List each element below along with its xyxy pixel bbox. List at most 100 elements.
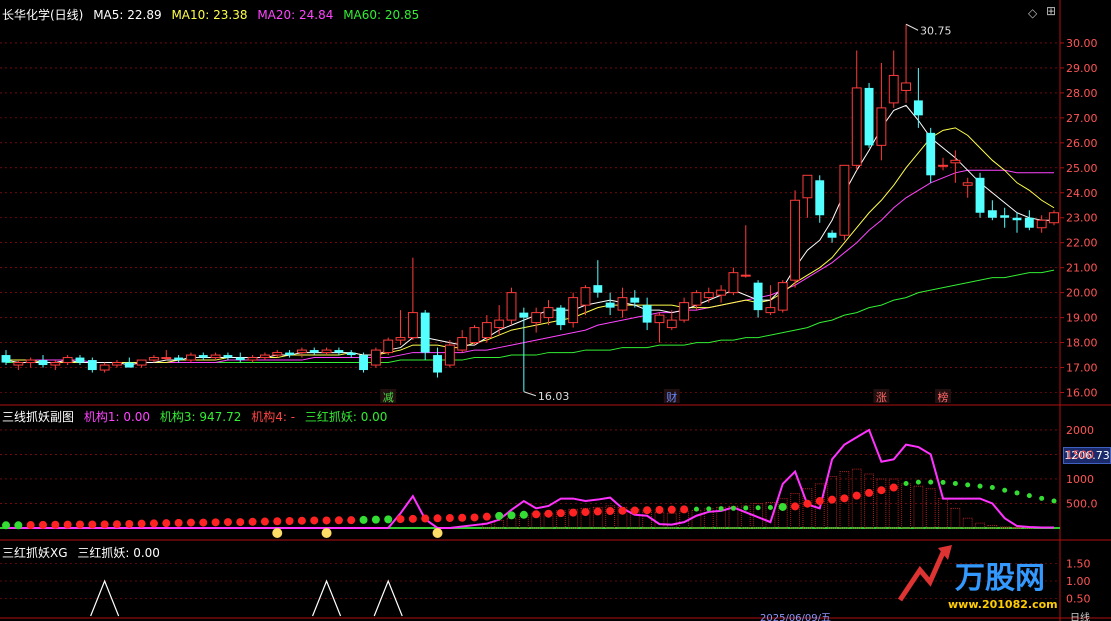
signal-dot (903, 480, 909, 486)
signal-dot (112, 520, 121, 529)
signal-dot (371, 515, 380, 524)
candle-body (210, 354, 221, 359)
signal-dot (396, 515, 405, 524)
signal-dot (556, 509, 565, 518)
candle-body (469, 327, 480, 344)
signal-dot (667, 505, 676, 514)
signal-dot (915, 479, 921, 485)
red-bar (938, 498, 948, 529)
red-bar (691, 509, 702, 529)
red-bar (654, 511, 665, 529)
candle-body (864, 87, 874, 146)
signal-dot (507, 511, 516, 520)
candle-body (901, 82, 911, 91)
candle-body (223, 355, 233, 358)
y-tick-label: 21.00 (1066, 262, 1098, 275)
y-tick-label: 24.00 (1066, 187, 1098, 200)
signal-dot (803, 499, 812, 508)
candle-body (777, 282, 788, 311)
candle-body (174, 357, 184, 361)
candle-body (75, 357, 85, 363)
ma10-path (6, 127, 1055, 364)
signal-dot (952, 480, 958, 486)
candle-body (765, 307, 776, 314)
candle-body (1000, 215, 1010, 218)
footer-date: 2025/06/09/五 (760, 613, 831, 621)
signal-dot (693, 506, 699, 512)
signal-dot (470, 513, 479, 522)
signal-dot (149, 519, 158, 528)
signal-dot (519, 510, 528, 519)
red-bar (901, 483, 911, 529)
signal-dot (260, 517, 269, 526)
signal-dot (767, 504, 773, 510)
candle-body (703, 292, 714, 299)
candle-body (506, 292, 517, 321)
signal-dot (706, 506, 712, 512)
candle-body (407, 312, 418, 339)
candle-body (149, 357, 159, 361)
signal-dot (928, 479, 934, 485)
candle-body (679, 302, 690, 321)
y-tick-label: 23.00 (1066, 212, 1098, 225)
candle-body (556, 307, 566, 326)
candle-body (950, 159, 961, 164)
candle-body (457, 337, 468, 351)
candle-body (716, 289, 727, 296)
candle-body (1024, 217, 1034, 228)
signal-dot (334, 516, 343, 525)
low-pointer (523, 391, 536, 397)
signal-dot (125, 519, 134, 528)
y-tick-label: 28.00 (1066, 87, 1098, 100)
signal-dot (877, 486, 886, 495)
sub1-chart: 2000 1500 1000 500.0 (0, 424, 1098, 538)
y-tick-label: 17.00 (1066, 362, 1098, 375)
y-tick-label: 16.00 (1066, 387, 1098, 400)
candle-body (38, 360, 48, 366)
y-tick-label: 1000 (1066, 473, 1094, 486)
candle-body (481, 322, 492, 339)
candle-body (87, 360, 97, 371)
signal-dot (940, 479, 946, 485)
candle-body (580, 287, 591, 306)
candle-body (235, 357, 245, 361)
candle-body (543, 307, 554, 319)
candle-body (62, 357, 73, 364)
candle-body (494, 319, 505, 329)
candle-body (370, 349, 381, 366)
signal-dot (408, 514, 417, 523)
signal-dot (223, 518, 232, 527)
red-bar (790, 493, 801, 529)
money-bag-icon (321, 528, 332, 538)
candle-body (1012, 217, 1022, 221)
candle-body (1, 355, 11, 363)
signal-dot (643, 506, 652, 515)
red-bar (864, 473, 874, 529)
candle-body (605, 302, 615, 308)
red-bar (494, 520, 505, 529)
kline-chart[interactable]: 30.00 29.00 28.00 27.00 26.00 25.00 24.00 23.00… (0, 0, 1111, 621)
y-tick-label: 1.00 (1066, 575, 1091, 588)
candle-body (617, 297, 628, 311)
signal-dot (815, 497, 824, 506)
signal-dot (14, 521, 23, 530)
signal-dot (186, 518, 195, 527)
red-bar (950, 507, 961, 529)
y-tick-label: 27.00 (1066, 112, 1098, 125)
signal-dot (174, 518, 183, 527)
candle-body (25, 359, 36, 364)
signal-dot (865, 488, 874, 497)
y-tick-label: 26.00 (1066, 137, 1098, 150)
candle-body (124, 362, 134, 368)
ma20-line (6, 169, 1054, 364)
signal-dot (889, 483, 898, 492)
candle-body (285, 352, 295, 356)
signal-dot (88, 520, 97, 529)
signal-dot (840, 494, 849, 503)
candle-body (593, 285, 603, 293)
signal-dot (310, 516, 319, 525)
signal-dot (458, 513, 467, 522)
spike-signal (90, 579, 120, 617)
candle-body (309, 350, 319, 353)
candle-body (839, 164, 850, 236)
